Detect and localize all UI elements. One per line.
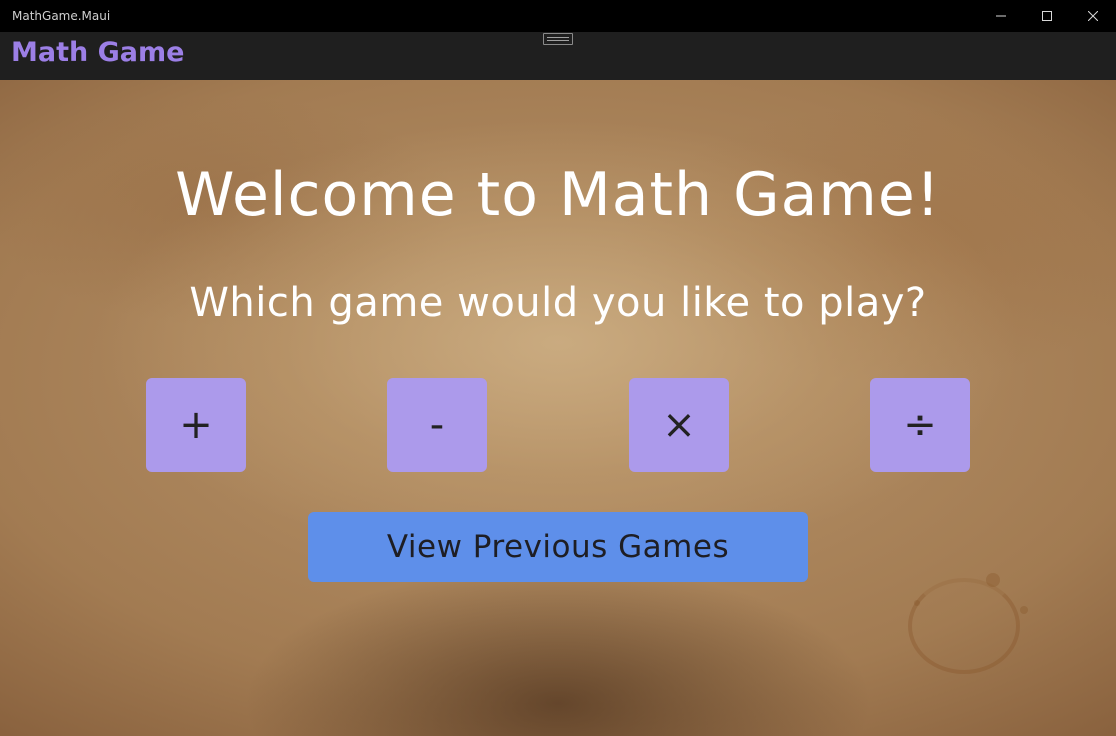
app-title: Math Game [11,37,185,68]
main-content: Welcome to Math Game! Which game would y… [0,80,1116,736]
addition-button[interactable]: + [146,378,246,472]
welcome-heading: Welcome to Math Game! [175,160,941,230]
coffee-stain-dot [914,600,920,606]
close-button[interactable] [1070,0,1116,32]
coffee-stain-dot [986,573,1000,587]
view-previous-games-button[interactable]: View Previous Games [308,512,808,582]
multiplication-button[interactable]: × [629,378,729,472]
minimize-button[interactable] [978,0,1024,32]
app-window: MathGame.Maui Math Game Welcome to Math … [0,0,1116,736]
division-button[interactable]: ÷ [870,378,970,472]
game-question: Which game would you like to play? [189,280,927,326]
maximize-icon [1042,11,1052,21]
window-title: MathGame.Maui [12,9,111,23]
maximize-button[interactable] [1024,0,1070,32]
coffee-stain-dot [1020,606,1028,614]
drag-handle-icon[interactable] [543,33,573,45]
close-icon [1088,11,1098,21]
subtraction-button[interactable]: - [387,378,487,472]
coffee-stain-decoration [908,578,1020,674]
minimize-icon [996,15,1006,17]
title-bar[interactable]: MathGame.Maui [0,0,1116,32]
app-header: Math Game [0,32,1116,80]
